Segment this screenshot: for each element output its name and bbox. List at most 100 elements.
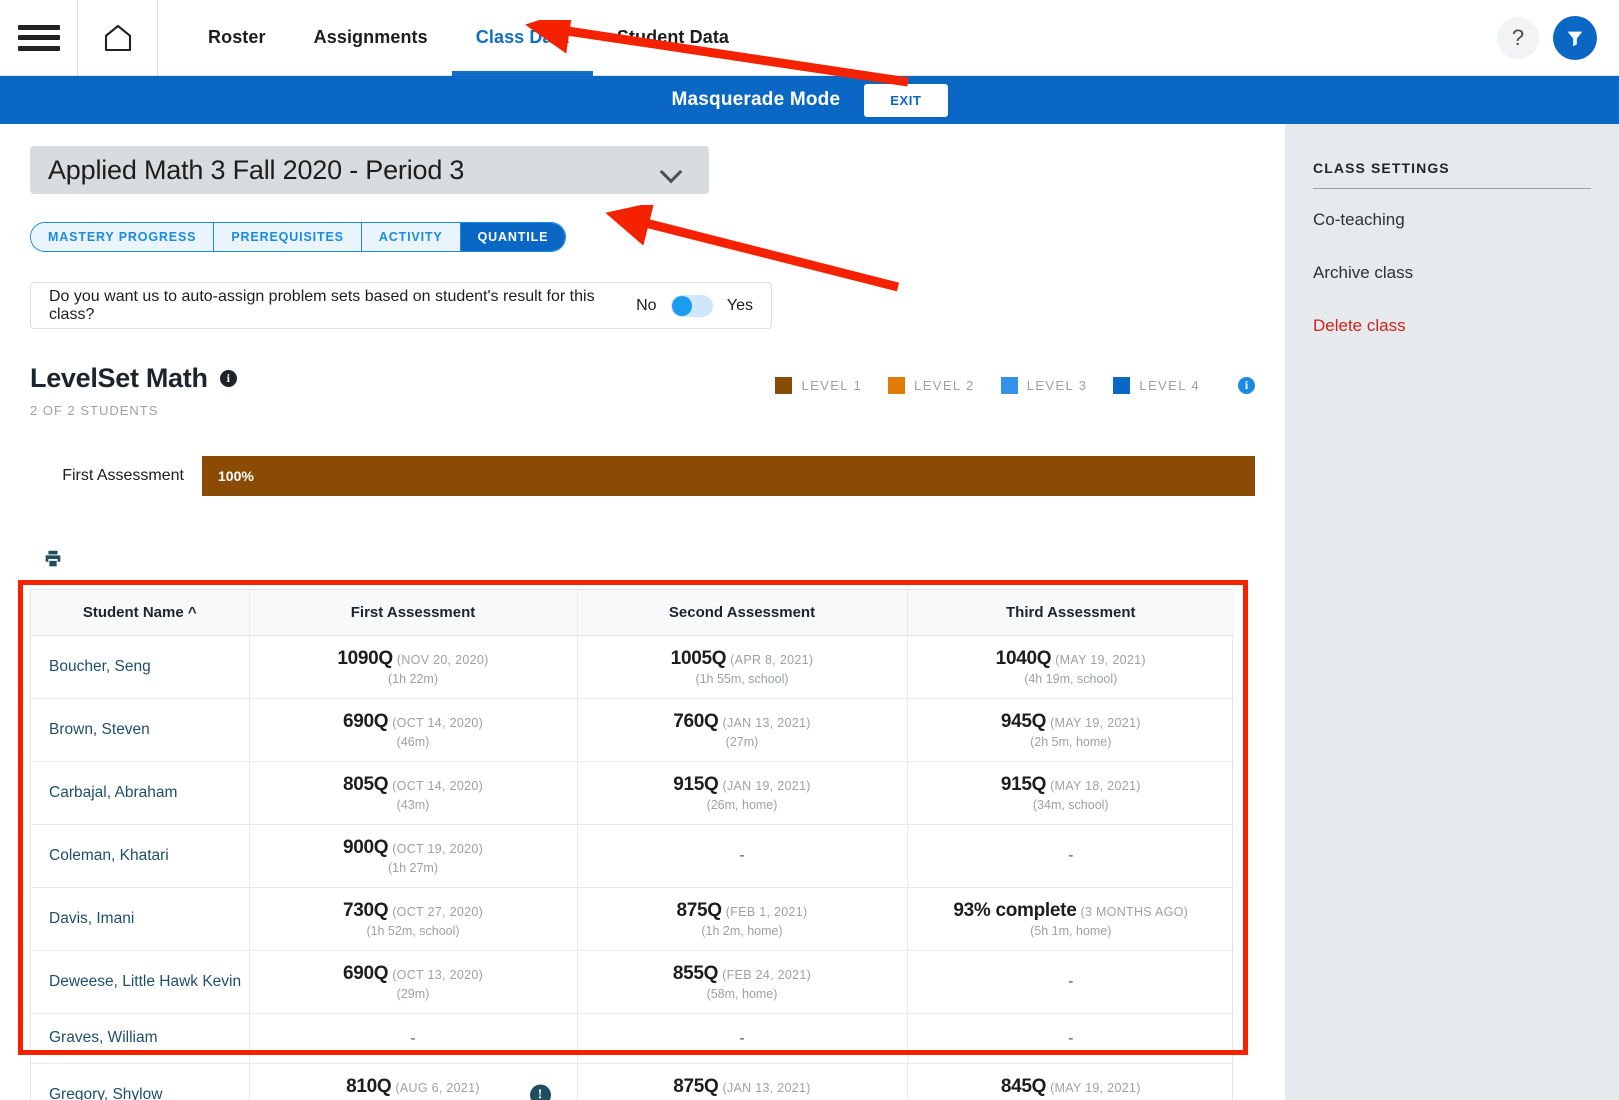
second-assessment-cell: 855Q (FEB 24, 2021) (58m, home) xyxy=(577,950,908,1014)
tab-label: QUANTILE xyxy=(477,230,549,244)
student-name-cell[interactable]: Coleman, Khatari xyxy=(31,824,250,888)
assessment-duration: (27m) xyxy=(725,735,759,749)
legend-info-icon[interactable]: i xyxy=(1238,377,1255,394)
table-body: Boucher, Seng 1090Q (NOV 20, 2020) (1h 22m)… xyxy=(31,635,1235,1100)
table-row[interactable]: Davis, Imani 730Q (OCT 27, 2020) (1h 52m, s… xyxy=(31,887,1234,951)
student-name-cell[interactable]: Gregory, Shylow xyxy=(31,1063,250,1100)
table-row[interactable]: Coleman, Khatari 900Q (OCT 19, 2020) (1h 27… xyxy=(31,824,1234,888)
student-name-cell[interactable]: Graves, William xyxy=(31,1013,250,1064)
legend-item-level-4: LEVEL 4 xyxy=(1113,377,1200,394)
assessment-score: 1040Q xyxy=(995,648,1052,669)
student-name-cell[interactable]: Davis, Imani xyxy=(31,887,250,951)
empty-value: - xyxy=(1068,847,1074,864)
column-header-second-assessment[interactable]: Second Assessment xyxy=(577,590,908,636)
assessment-score: 810Q xyxy=(346,1076,392,1097)
print-button[interactable] xyxy=(30,548,1255,575)
table-row[interactable]: Deweese, Little Hawk Kevin 690Q (OCT 13, 2… xyxy=(31,950,1234,1014)
first-assessment-cell: - xyxy=(249,1013,578,1064)
assessment-score: 900Q xyxy=(342,837,389,858)
section-title-row: LevelSet Math i xyxy=(30,363,237,394)
assessment-cell: 690Q (OCT 13, 2020) (29m) xyxy=(250,963,577,1001)
home-icon xyxy=(104,24,131,51)
filter-button[interactable] xyxy=(1553,15,1597,60)
legend-swatch xyxy=(1000,377,1018,394)
assessment-score: 845Q xyxy=(1000,1076,1047,1097)
table-row[interactable]: Gregory, Shylow810Q(AUG 6, 2021)(49m, sc… xyxy=(31,1063,1234,1100)
masquerade-exit-button[interactable]: EXIT xyxy=(864,83,948,117)
tab-mastery-progress[interactable]: MASTERY PROGRESS xyxy=(31,223,215,251)
table-header: Student Name ^ First Assessment Second A… xyxy=(31,590,1234,636)
sidebar-item-archive-class[interactable]: Archive class xyxy=(1313,246,1591,299)
tab-activity[interactable]: ACTIVITY xyxy=(361,223,461,251)
bar-category-label: First Assessment xyxy=(62,467,184,484)
assessment-score: 1005Q xyxy=(670,648,727,669)
hamburger-icon xyxy=(17,24,60,51)
student-name-cell[interactable]: Carbajal, Abraham xyxy=(31,761,250,825)
tab-quantile[interactable]: QUANTILE xyxy=(460,223,566,251)
assessment-score: 915Q xyxy=(1000,774,1047,795)
assessment-score: 875Q xyxy=(676,900,723,921)
assessment-cell: 915Q (JAN 19, 2021) (26m, home) xyxy=(578,774,907,812)
nav-link-class-data[interactable]: Class Data xyxy=(451,0,593,76)
alert-icon[interactable]: ! xyxy=(529,1084,551,1100)
assessment-duration: (1h 55m, school) xyxy=(695,672,789,686)
second-assessment-cell: - xyxy=(577,1013,908,1064)
filter-icon xyxy=(1567,31,1583,46)
first-assessment-cell: 690Q (OCT 13, 2020) (29m) xyxy=(249,950,578,1014)
assessment-score: 690Q xyxy=(342,711,389,732)
nav-link-assignments[interactable]: Assignments xyxy=(290,0,452,76)
assessment-date: (FEB 1, 2021) xyxy=(725,905,808,919)
assessment-cell: 900Q (OCT 19, 2020) (1h 27m) xyxy=(250,837,577,875)
empty-value: - xyxy=(739,847,745,864)
legend-label: LEVEL 2 xyxy=(914,378,975,393)
third-assessment-cell: 915Q (MAY 18, 2021) (34m, school) xyxy=(907,761,1234,825)
column-label: First Assessment xyxy=(350,604,476,621)
sidebar-item-delete-class[interactable]: Delete class xyxy=(1313,299,1591,352)
help-button[interactable]: ? xyxy=(1497,16,1539,59)
levelset-section-header: LevelSet Math i 2 OF 2 STUDENTS LEVEL 1 L… xyxy=(30,363,1255,418)
third-assessment-cell: 945Q (MAY 19, 2021) (2h 5m, home) xyxy=(907,698,1235,762)
assessment-cell: 855Q (FEB 24, 2021) (58m, home) xyxy=(578,963,907,1001)
nav-link-label: Class Data xyxy=(475,27,569,47)
primary-nav-links: Roster Assignments Class Data Student Da… xyxy=(158,0,753,76)
top-navigation-bar: Roster Assignments Class Data Student Da… xyxy=(0,0,1619,76)
empty-value: - xyxy=(739,1029,745,1047)
assessment-date: (MAY 19, 2021) xyxy=(1055,653,1146,667)
assessment-cell: 1040Q (MAY 19, 2021) (4h 19m, school) xyxy=(908,648,1235,686)
nav-link-roster[interactable]: Roster xyxy=(184,0,290,76)
home-button[interactable] xyxy=(78,0,158,76)
table-row[interactable]: Graves, William - - - xyxy=(31,1013,1234,1064)
assessment-date: (OCT 13, 2020) xyxy=(392,968,484,982)
column-header-third-assessment[interactable]: Third Assessment xyxy=(907,590,1234,636)
table-row[interactable]: Brown, Steven 690Q (OCT 14, 2020) (46m) 760Q… xyxy=(31,698,1235,762)
info-icon[interactable]: i xyxy=(219,370,237,387)
student-name-cell[interactable]: Boucher, Seng xyxy=(31,635,250,699)
assessment-cell: 690Q (OCT 14, 2020) (46m) xyxy=(250,711,577,749)
assessment-cell: 810Q(AUG 6, 2021)(49m, school) xyxy=(250,1076,577,1100)
print-icon xyxy=(45,550,61,567)
assessment-cell: 730Q (OCT 27, 2020) (1h 52m, school) xyxy=(250,900,577,938)
column-header-first-assessment[interactable]: First Assessment xyxy=(249,590,578,636)
nav-right-actions: ? xyxy=(1497,15,1619,60)
assessment-score: 730Q xyxy=(342,900,389,921)
second-assessment-cell: 1005Q (APR 8, 2021) (1h 55m, school) xyxy=(577,635,908,699)
first-assessment-cell: 730Q (OCT 27, 2020) (1h 52m, school) xyxy=(249,887,578,951)
nav-link-student-data[interactable]: Student Data xyxy=(593,0,753,76)
table-row[interactable]: Boucher, Seng 1090Q (NOV 20, 2020) (1h 22m)… xyxy=(31,635,1235,699)
tab-prerequisites[interactable]: PREREQUISITES xyxy=(214,223,362,251)
student-name-cell[interactable]: Brown, Steven xyxy=(31,698,250,762)
menu-button[interactable] xyxy=(0,0,78,76)
assessment-score: 855Q xyxy=(672,963,719,984)
auto-assign-toggle[interactable] xyxy=(670,294,713,317)
table-row[interactable]: Carbajal, Abraham 805Q (OCT 14, 2020) (43m)… xyxy=(31,761,1234,825)
student-name-cell[interactable]: Deweese, Little Hawk Kevin xyxy=(31,950,250,1014)
first-assessment-cell: 1090Q (NOV 20, 2020) (1h 22m) xyxy=(249,635,578,699)
assessment-cell: 945Q (MAY 19, 2021) (2h 5m, home) xyxy=(908,711,1235,749)
sidebar-item-label: Co-teaching xyxy=(1313,210,1405,229)
sidebar-item-co-teaching[interactable]: Co-teaching xyxy=(1313,193,1591,246)
assessment-score: 690Q xyxy=(342,963,389,984)
assessment-date: (JAN 19, 2021) xyxy=(722,779,811,793)
chevron-down-icon xyxy=(663,164,683,176)
class-selector-dropdown[interactable]: Applied Math 3 Fall 2020 - Period 3 xyxy=(30,146,709,194)
column-header-student-name[interactable]: Student Name ^ xyxy=(31,590,250,636)
